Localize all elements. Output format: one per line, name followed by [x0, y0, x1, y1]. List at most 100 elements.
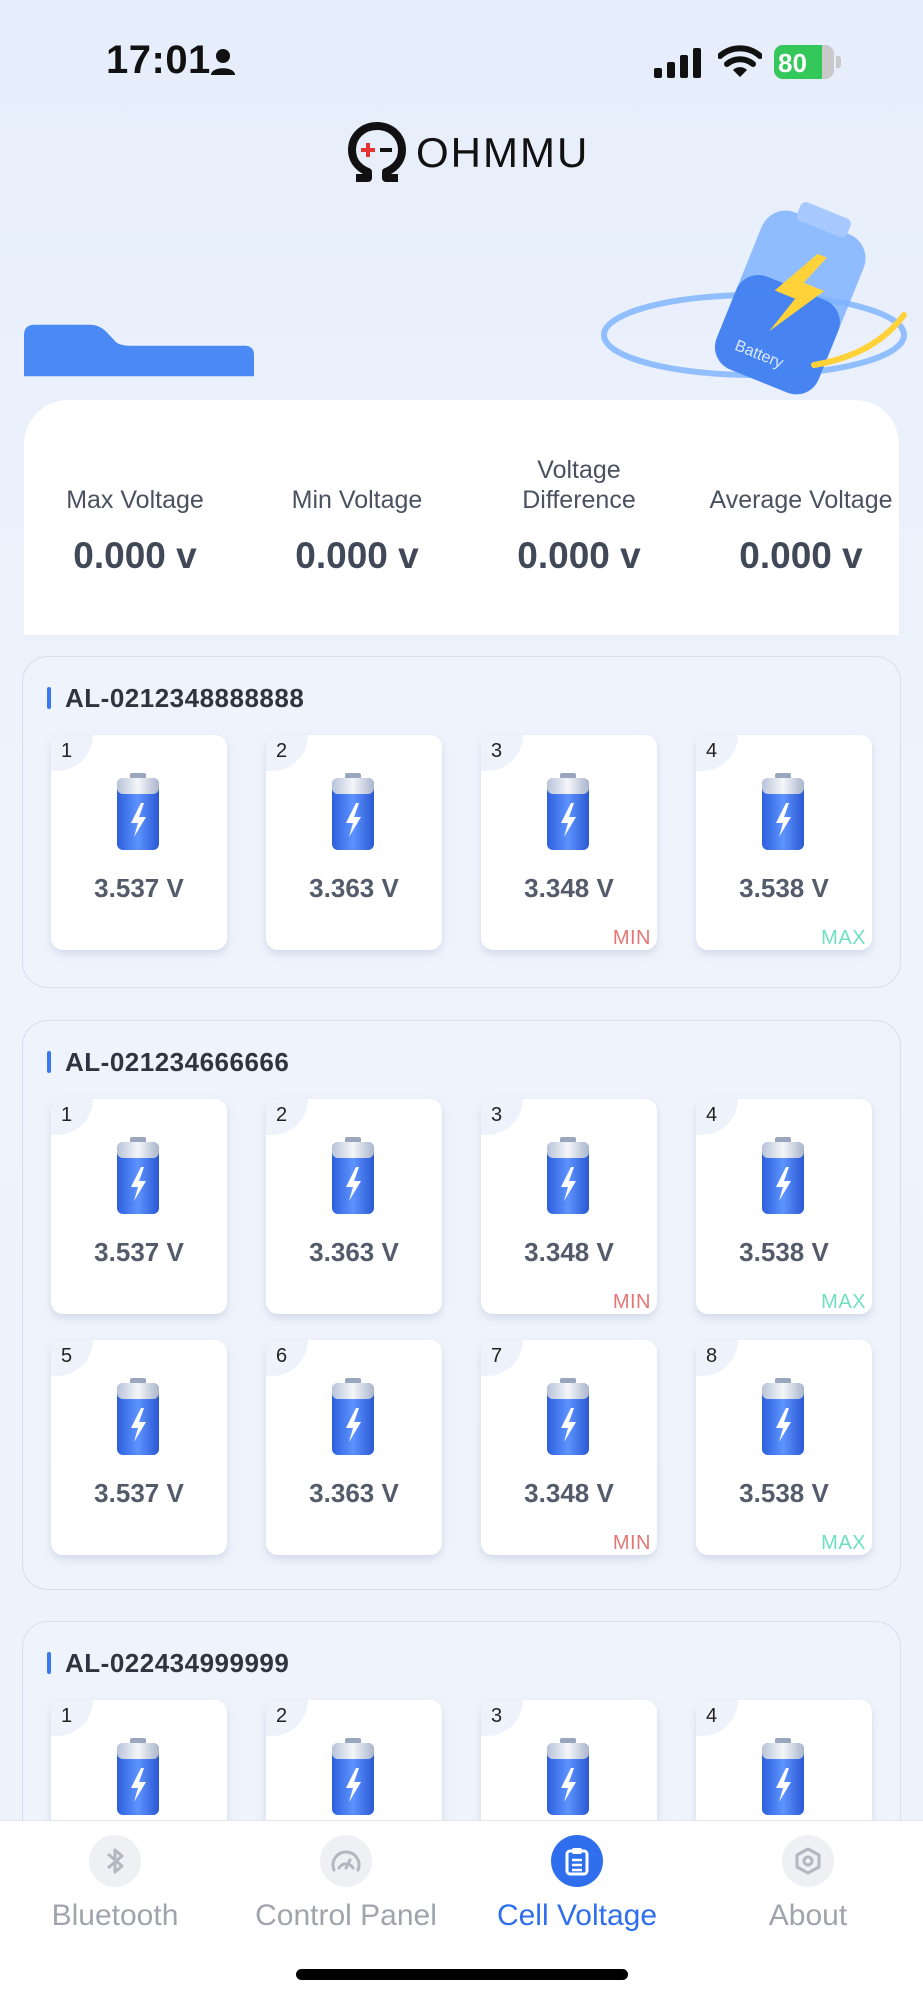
cell-tile[interactable]: 3 3.348 V MIN	[481, 735, 657, 950]
cell-tile[interactable]: 8 3.538 V MAX	[696, 1340, 872, 1555]
brand-name: OHMMU	[416, 129, 590, 176]
max-voltage-stat: Max Voltage 0.000 v	[24, 475, 246, 585]
stat-label: Max Voltage	[66, 486, 204, 514]
cellular-signal-icon	[654, 48, 701, 78]
tab-about[interactable]: About	[693, 1835, 923, 1933]
min-badge: MIN	[612, 927, 651, 949]
cell-index: 4	[696, 735, 738, 771]
cell-voltage: 3.538 V	[739, 1237, 829, 1267]
stat-value: 0.000 v	[739, 535, 863, 576]
stat-label: Average Voltage	[709, 486, 893, 514]
home-indicator[interactable]	[296, 1969, 628, 1980]
voltage-difference-stat: Voltage Difference 0.000 v	[468, 456, 690, 585]
cell-voltage: 3.538 V	[739, 873, 829, 903]
cell-tile[interactable]: 5 3.537 V	[51, 1340, 227, 1555]
battery-icon	[114, 1378, 162, 1456]
battery-icon	[759, 1378, 807, 1456]
cell-grid: 1 3.537 V 2 3.363 V 3 3.348 V MIN 4 3.538 V MAX 5 3…	[51, 1099, 891, 1555]
battery-illustration: Battery	[601, 202, 907, 395]
average-voltage-stat: Average Voltage 0.000 v	[690, 475, 912, 585]
status-time: 17:01	[106, 38, 211, 82]
tab-label: Bluetooth	[51, 1899, 179, 1932]
cell-tile[interactable]: 6 3.363 V	[266, 1340, 442, 1555]
cell-voltage: 3.538 V	[739, 1478, 829, 1508]
clipboard-icon	[565, 1848, 589, 1876]
battery-icon	[114, 1738, 162, 1816]
cell-tile[interactable]: 3 3.348 V MIN	[481, 1099, 657, 1314]
stat-value: 0.000 v	[517, 535, 641, 576]
battery-pack-card[interactable]: AL-021234666666 1 3.537 V 2 3.363 V 3 3.348 V…	[22, 1020, 901, 1590]
cell-index: 3	[481, 1700, 523, 1736]
summary-stats: Max Voltage 0.000 v Min Voltage 0.000 v …	[24, 456, 923, 585]
cell-index: 4	[696, 1700, 738, 1736]
stat-value: 0.000 v	[73, 535, 197, 576]
cell-tile[interactable]: 2 3.363 V	[266, 735, 442, 950]
stat-label: Voltage Difference	[522, 456, 636, 514]
gauge-icon	[331, 1850, 361, 1872]
cell-tile[interactable]: 4 3.538 V MAX	[696, 1099, 872, 1314]
cell-index: 3	[481, 735, 523, 771]
pack-id: AL-0212348888888	[47, 681, 304, 715]
tab-label: Control Panel	[255, 1899, 437, 1932]
cell-grid: 1 3.537 V 2 3.363 V 3 3.348 V MIN 4 3.538 V MAX	[51, 735, 891, 950]
stat-value: 0.000 v	[295, 535, 419, 576]
cell-voltage: 3.348 V	[524, 1478, 614, 1508]
cell-voltage: 3.363 V	[309, 1478, 399, 1508]
cell-index: 2	[266, 735, 308, 771]
cell-tile[interactable]: 4 3.538 V MAX	[696, 735, 872, 950]
cell-tile[interactable]: 2 3.363 V	[266, 1099, 442, 1314]
battery-icon	[329, 773, 377, 851]
battery-icon	[759, 1738, 807, 1816]
cell-index: 2	[266, 1700, 308, 1736]
cell-index: 5	[51, 1340, 93, 1376]
battery-icon	[544, 773, 592, 851]
bluetooth-icon	[107, 1848, 124, 1874]
battery-icon	[114, 773, 162, 851]
battery-icon	[759, 1137, 807, 1215]
cell-index: 4	[696, 1099, 738, 1135]
cell-index: 3	[481, 1099, 523, 1135]
pack-id: AL-022434999999	[47, 1646, 289, 1680]
battery-percent: 80	[778, 48, 807, 78]
max-badge: MAX	[821, 1532, 866, 1554]
stat-label: Min Voltage	[291, 486, 423, 514]
battery-icon	[759, 773, 807, 851]
cell-index: 1	[51, 735, 93, 771]
cell-index: 2	[266, 1099, 308, 1135]
battery-icon	[114, 1137, 162, 1215]
battery-icon	[544, 1738, 592, 1816]
cell-index: 1	[51, 1700, 93, 1736]
cell-tile[interactable]: 1 3.537 V	[51, 735, 227, 950]
cell-index: 1	[51, 1099, 93, 1135]
cell-tile[interactable]: 7 3.348 V MIN	[481, 1340, 657, 1555]
brand-logo: OHMMU	[344, 118, 589, 188]
cell-voltage: 3.537 V	[94, 873, 184, 903]
min-voltage-stat: Min Voltage 0.000 v	[246, 475, 468, 585]
hexagon-icon	[795, 1847, 821, 1875]
tab-bluetooth[interactable]: Bluetooth	[0, 1835, 230, 1933]
cell-index: 8	[696, 1340, 738, 1376]
battery-status-icon: 80	[774, 45, 842, 79]
max-badge: MAX	[821, 927, 866, 949]
pack-id: AL-021234666666	[47, 1045, 289, 1079]
battery-icon	[329, 1738, 377, 1816]
cell-voltage: 3.363 V	[309, 1237, 399, 1267]
battery-icon	[544, 1137, 592, 1215]
min-badge: MIN	[612, 1291, 651, 1313]
cell-voltage: 3.348 V	[524, 1237, 614, 1267]
tab-cell-voltage[interactable]: Cell Voltage	[462, 1835, 692, 1933]
battery-icon	[544, 1378, 592, 1456]
cell-voltage: 3.537 V	[94, 1478, 184, 1508]
min-badge: MIN	[612, 1532, 651, 1554]
voltage-summary-card: Battery Max Voltage 0.000 v Min Voltage …	[24, 202, 907, 635]
status-bar: 17:01 80	[0, 0, 923, 120]
tab-control-panel[interactable]: Control Panel	[231, 1835, 461, 1933]
battery-pack-card[interactable]: AL-0212348888888 1 3.537 V 2 3.363 V 3 3.348 …	[22, 656, 901, 988]
cell-voltage: 3.348 V	[524, 873, 614, 903]
tab-label: Cell Voltage	[496, 1899, 658, 1932]
cell-index: 6	[266, 1340, 308, 1376]
battery-icon	[329, 1378, 377, 1456]
wifi-icon	[718, 45, 762, 77]
cell-index: 7	[481, 1340, 523, 1376]
cell-tile[interactable]: 1 3.537 V	[51, 1099, 227, 1314]
